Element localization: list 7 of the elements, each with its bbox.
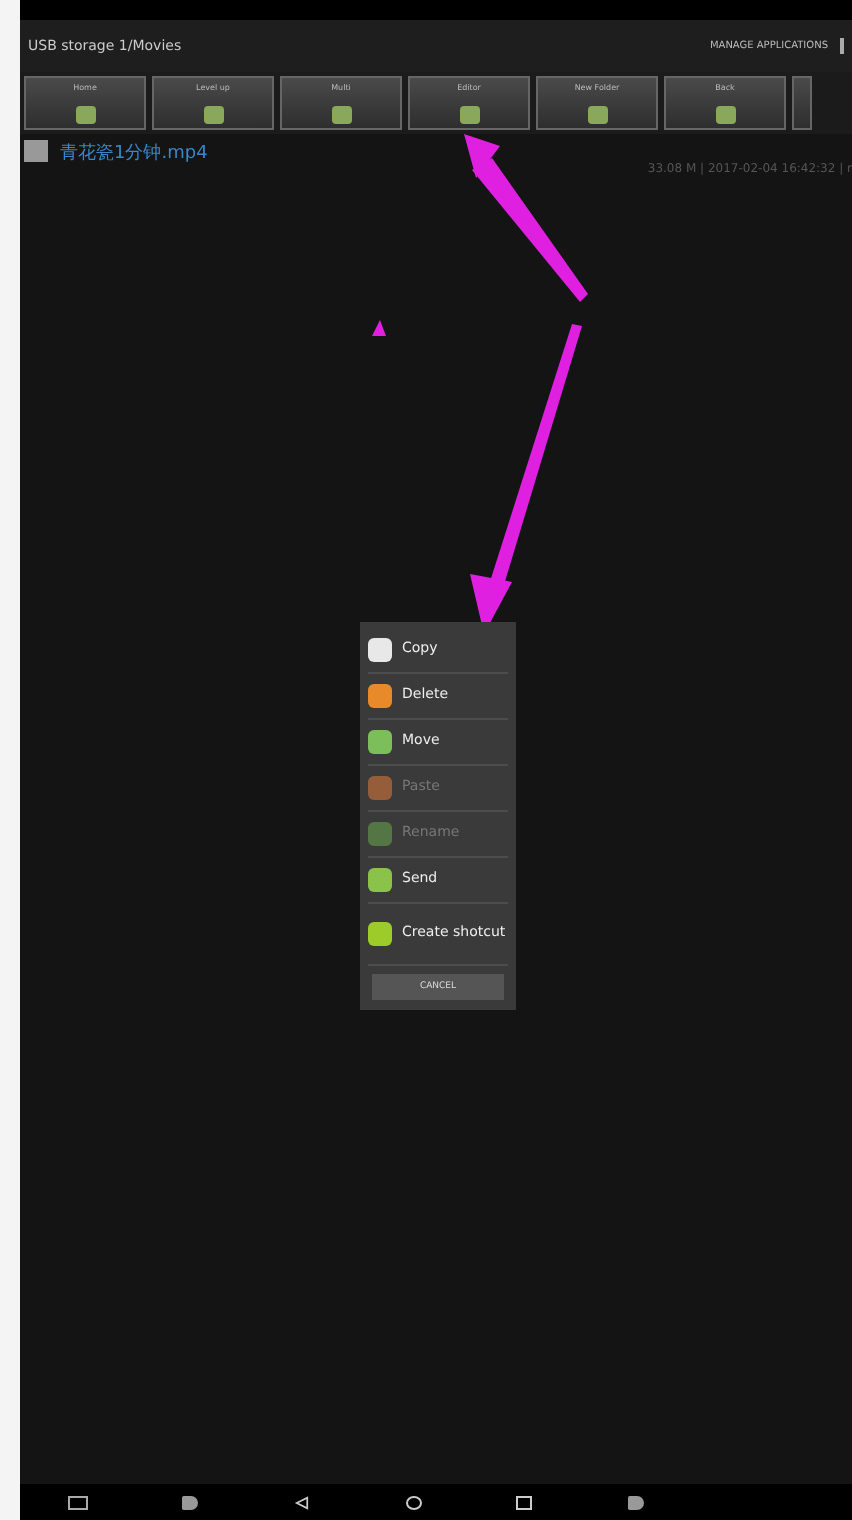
file-name[interactable]: 青花瓷1分钟.mp4 (60, 140, 208, 166)
recents-icon[interactable] (516, 1495, 533, 1509)
pointer-mark (372, 320, 386, 336)
screenshot-icon[interactable] (67, 1495, 88, 1509)
back-icon[interactable] (294, 1495, 311, 1509)
home-icon[interactable] (405, 1495, 422, 1509)
video-file-icon (24, 140, 48, 162)
